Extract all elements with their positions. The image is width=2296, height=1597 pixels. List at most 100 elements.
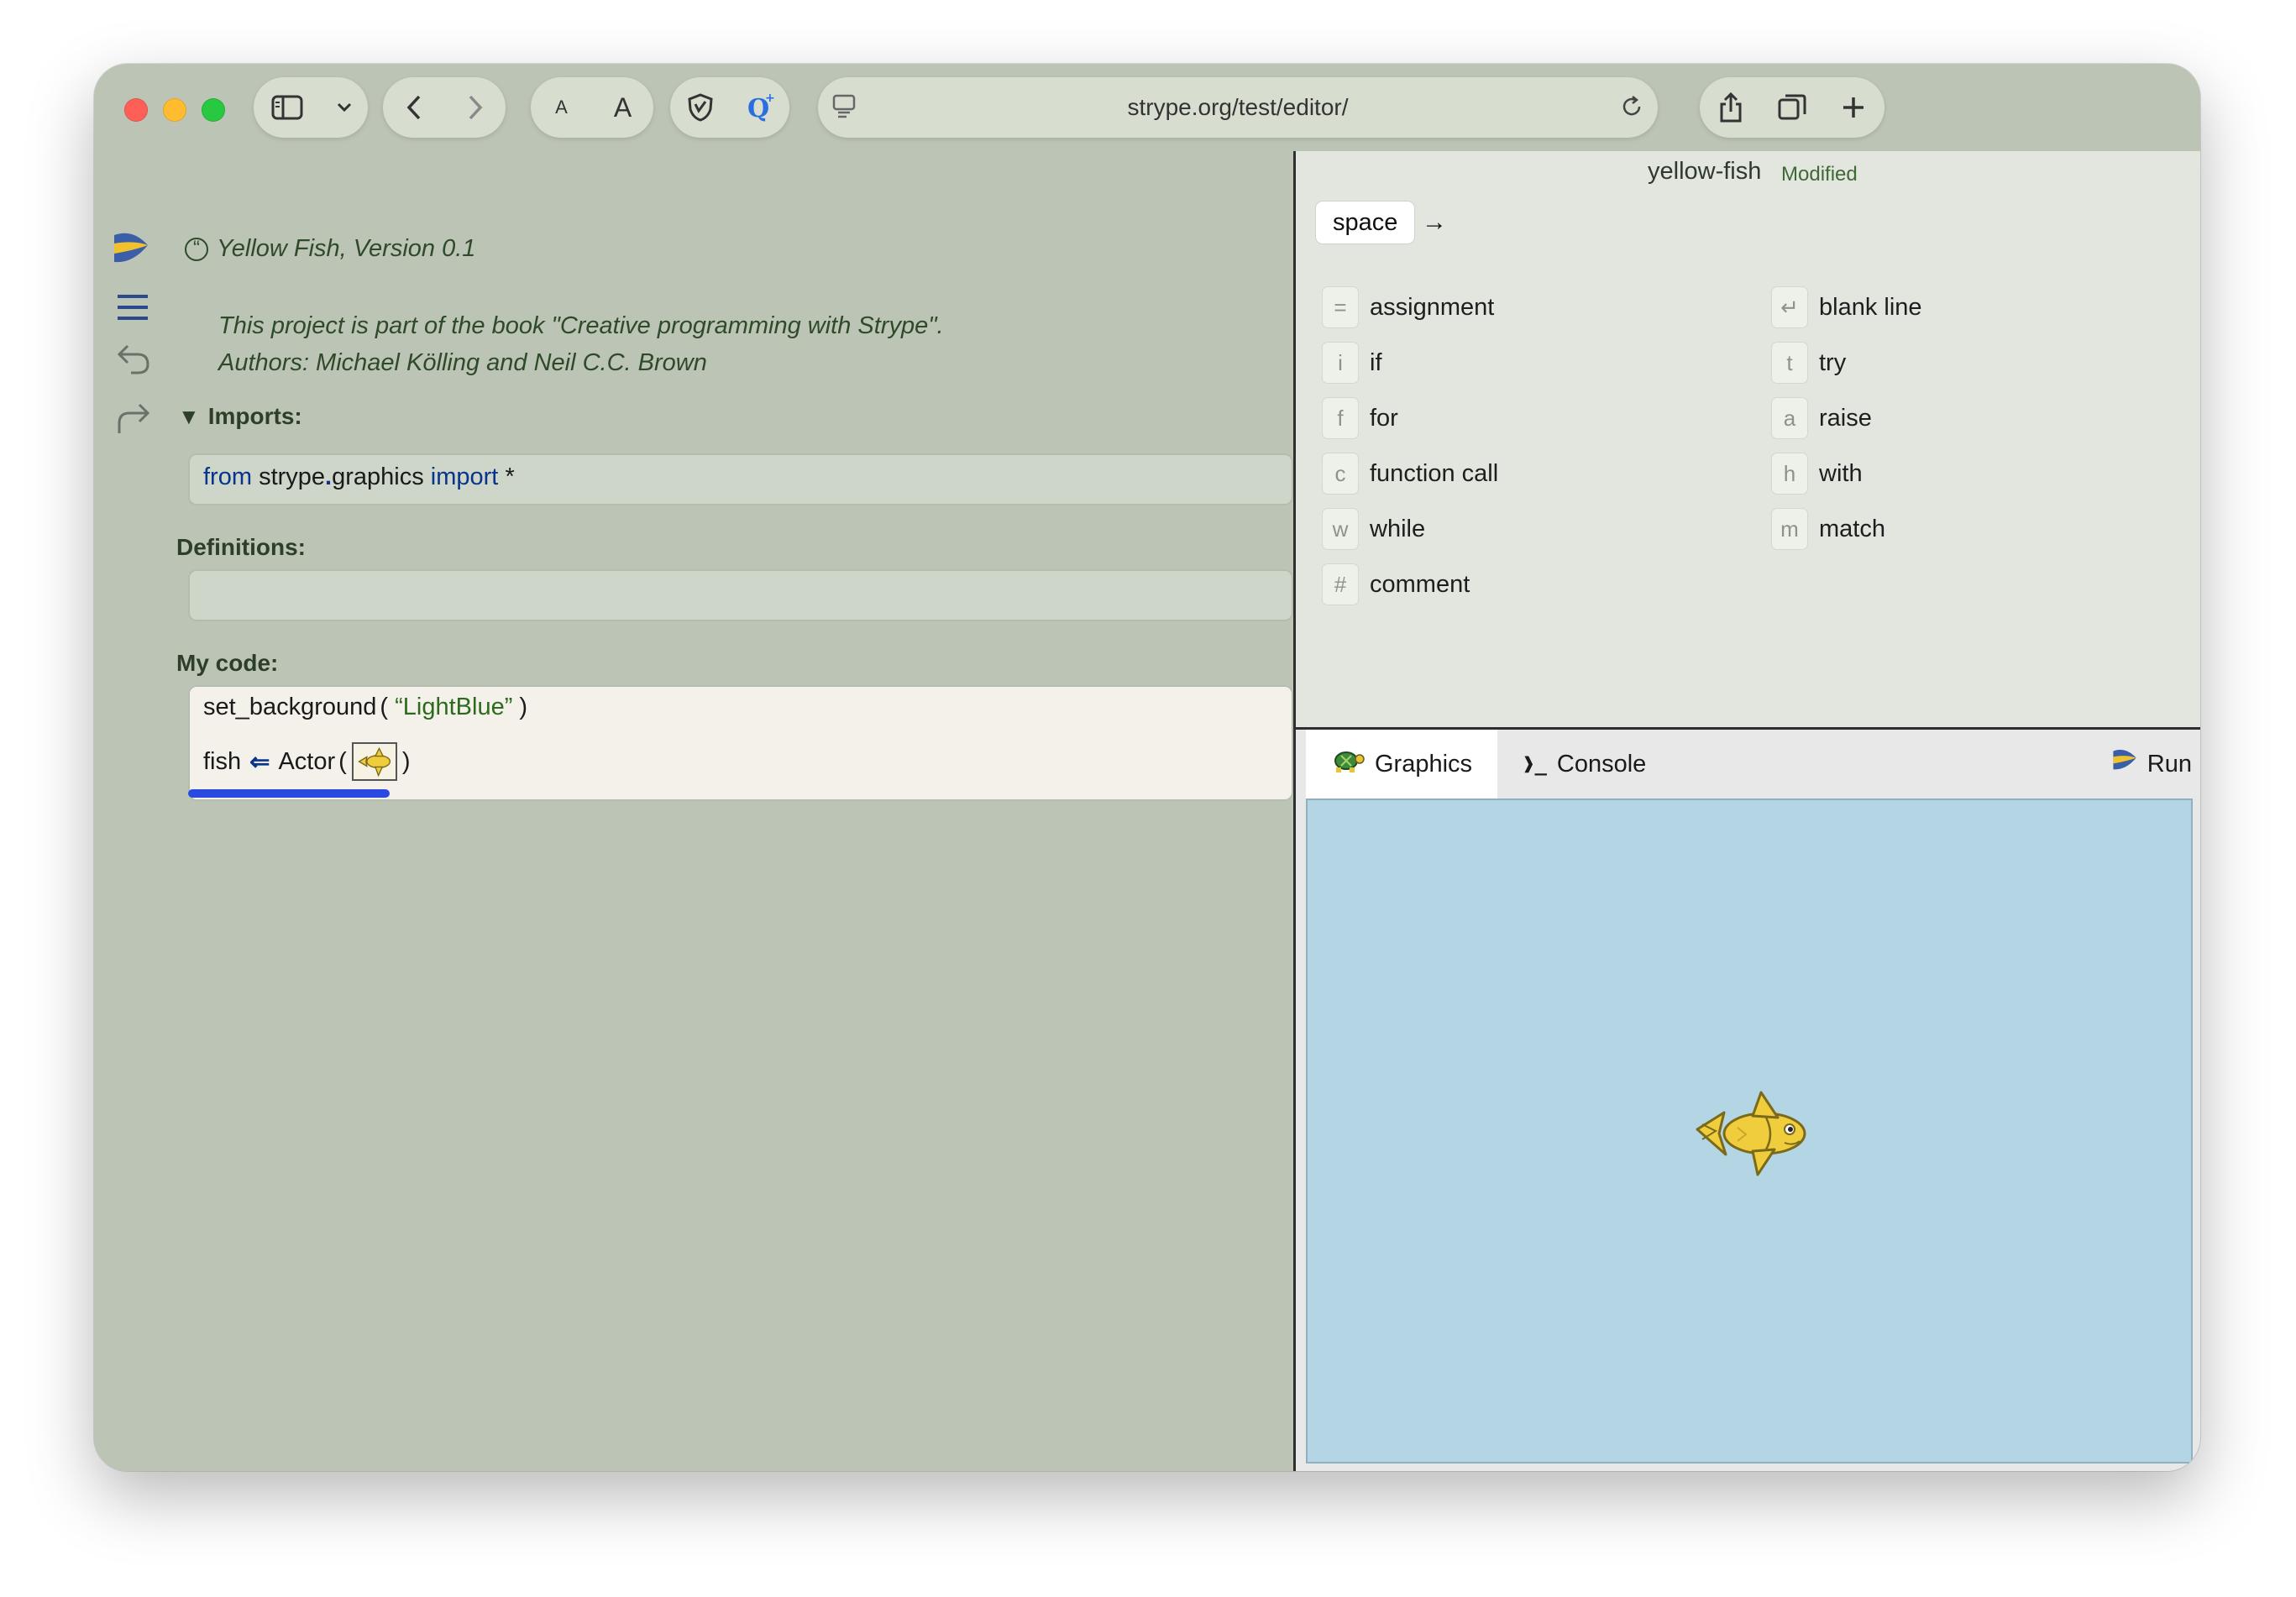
command-match[interactable]: m match <box>1772 507 1885 551</box>
command-label: with <box>1819 459 1863 487</box>
mycode-section-label[interactable]: My code: <box>176 650 278 677</box>
undo-icon[interactable] <box>116 343 151 380</box>
share-icon[interactable] <box>1707 84 1754 131</box>
command-label: try <box>1819 348 1847 376</box>
variable-name[interactable]: fish <box>203 748 241 776</box>
plus-icon[interactable] <box>1830 84 1877 131</box>
command-function-call[interactable]: c function call <box>1323 452 1498 495</box>
command-key: = <box>1323 287 1358 327</box>
command-label: for <box>1370 404 1398 432</box>
minimize-window-button[interactable] <box>163 98 186 122</box>
run-button[interactable]: Run <box>2110 730 2192 798</box>
image-literal-fish[interactable] <box>351 742 397 781</box>
imports-frame[interactable]: from strype.graphics import * <box>188 453 1293 505</box>
redo-icon[interactable] <box>116 401 151 439</box>
command-with[interactable]: h with <box>1772 452 1863 495</box>
output-tabbar: Graphics ❱_ Console Run <box>1306 730 2200 798</box>
extensions-group: Q + <box>670 77 789 138</box>
description-line: This project is part of the book "Creati… <box>218 312 944 339</box>
dot-separator: . <box>325 463 333 490</box>
keyword-import: import <box>430 463 499 490</box>
graphics-canvas[interactable] <box>1306 798 2193 1463</box>
command-key: a <box>1772 398 1807 438</box>
command-for[interactable]: f for <box>1323 396 1398 440</box>
back-icon[interactable] <box>391 84 438 131</box>
close-paren: ) <box>519 694 528 720</box>
keyword-from: from <box>203 463 252 490</box>
space-key-hint[interactable]: space <box>1316 202 1415 243</box>
definitions-frame[interactable] <box>188 569 1293 621</box>
chevron-down-icon[interactable] <box>330 84 359 131</box>
reload-icon[interactable] <box>1619 94 1644 123</box>
tab-graphics-label: Graphics <box>1375 750 1473 778</box>
code-line-set-background[interactable]: set_background( “LightBlue” ) <box>203 694 527 721</box>
project-name: yellow-fish <box>1648 158 1762 185</box>
sidebar-toggle-icon[interactable] <box>264 84 311 131</box>
text-larger-button[interactable]: A <box>600 84 647 131</box>
command-assignment[interactable]: = assignment <box>1323 285 1494 329</box>
command-label: comment <box>1370 570 1470 598</box>
command-key: t <box>1772 343 1807 383</box>
import-statement[interactable]: from strype.graphics import * <box>203 463 515 491</box>
command-key: w <box>1323 509 1358 549</box>
imports-label-text: Imports: <box>207 403 302 429</box>
tab-graphics[interactable]: Graphics <box>1306 730 1497 798</box>
collapse-triangle-icon[interactable]: ▼ <box>178 404 200 429</box>
svg-text:+: + <box>765 92 775 105</box>
command-comment[interactable]: # comment <box>1323 563 1470 606</box>
open-paren: ( <box>380 694 389 720</box>
code-editor-pane: “ Yellow Fish, Version 0.1 This project i… <box>94 151 1293 1471</box>
command-raise[interactable]: a raise <box>1772 396 1872 440</box>
address-bar[interactable]: strype.org/test/editor/ <box>818 77 1658 138</box>
run-label: Run <box>2147 750 2192 778</box>
quote-comment-icon: “ <box>185 238 208 261</box>
command-key: # <box>1323 564 1358 605</box>
command-label: function call <box>1370 459 1499 487</box>
command-label: while <box>1370 515 1426 542</box>
command-blank-line[interactable]: ↵ blank line <box>1772 285 1922 329</box>
module-name: graphics <box>332 463 424 490</box>
menu-icon[interactable] <box>116 292 149 327</box>
project-title[interactable]: “ Yellow Fish, Version 0.1 <box>185 235 475 263</box>
output-panel: Graphics ❱_ Console Run <box>1296 730 2200 1471</box>
tab-console[interactable]: ❱_ Console <box>1497 730 1674 798</box>
fish-sprite <box>1691 1087 1816 1184</box>
command-label: assignment <box>1370 293 1495 321</box>
command-try[interactable]: t try <box>1772 341 1846 385</box>
text-smaller-button[interactable]: A <box>538 84 585 131</box>
text-size-group: A A <box>531 77 653 138</box>
module-name: strype <box>259 463 326 490</box>
command-key: c <box>1323 453 1358 494</box>
strype-run-icon <box>2110 746 2139 782</box>
command-key: f <box>1323 398 1358 438</box>
right-arrow-icon: → <box>1422 208 1447 236</box>
shield-icon[interactable] <box>677 84 724 131</box>
browser-toolbar: A A Q + strype.org/test/editor/ <box>94 64 2200 151</box>
close-window-button[interactable] <box>124 98 148 122</box>
forward-icon[interactable] <box>452 84 499 131</box>
zoom-window-button[interactable] <box>202 98 225 122</box>
function-name[interactable]: Actor <box>278 748 335 776</box>
command-if[interactable]: i if <box>1323 341 1382 385</box>
description-line: Authors: Michael Kölling and Neil C.C. B… <box>218 349 707 376</box>
window-actions-group <box>1700 77 1885 138</box>
string-argument[interactable]: “LightBlue” <box>395 694 512 720</box>
code-line-fish-actor[interactable]: fish ⇐ Actor( ) <box>203 742 410 781</box>
console-prompt-icon: ❱_ <box>1523 752 1547 776</box>
open-paren: ( <box>338 747 347 775</box>
command-key: i <box>1323 343 1358 383</box>
tabs-icon[interactable] <box>1769 84 1816 131</box>
command-while[interactable]: w while <box>1323 507 1425 551</box>
import-target: * <box>505 463 515 490</box>
command-label: match <box>1819 515 1885 542</box>
tab-console-label: Console <box>1556 750 1647 778</box>
assign-operator: ⇐ <box>249 748 270 776</box>
command-label: if <box>1370 348 1382 376</box>
definitions-section-label[interactable]: Definitions: <box>176 534 306 561</box>
search-extension-icon[interactable]: Q + <box>737 84 784 131</box>
imports-section-label[interactable]: ▼ Imports: <box>178 403 302 430</box>
frame-cursor <box>188 789 390 798</box>
main-code-frame[interactable]: set_background( “LightBlue” ) fish ⇐ Actor… <box>188 685 1293 801</box>
project-description[interactable]: This project is part of the book "Creati… <box>218 307 944 381</box>
strype-logo[interactable] <box>111 228 151 275</box>
